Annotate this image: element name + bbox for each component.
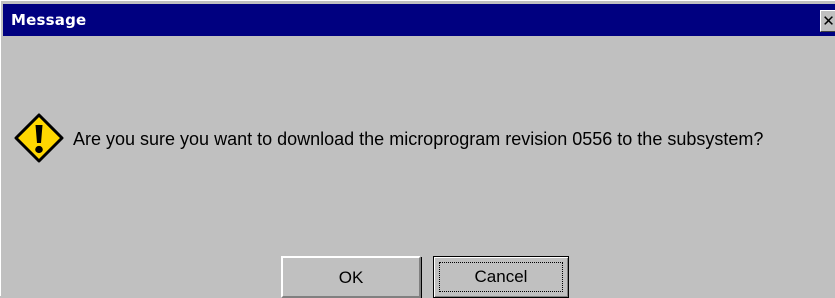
close-button[interactable]: ✕ [820, 10, 835, 32]
cancel-button[interactable]: Cancel [433, 256, 569, 298]
cancel-button-label: Cancel [439, 262, 563, 292]
ok-button-label: OK [338, 268, 364, 287]
dialog-title: Message [11, 11, 87, 29]
warning-icon [14, 113, 64, 163]
ok-button[interactable]: OK [281, 256, 421, 298]
message-dialog: Message ✕ Are you sure you want to downl… [0, 0, 835, 298]
title-bar[interactable]: Message ✕ [3, 4, 835, 36]
confirmation-message: Are you sure you want to download the mi… [73, 129, 764, 149]
close-icon: ✕ [822, 12, 835, 30]
